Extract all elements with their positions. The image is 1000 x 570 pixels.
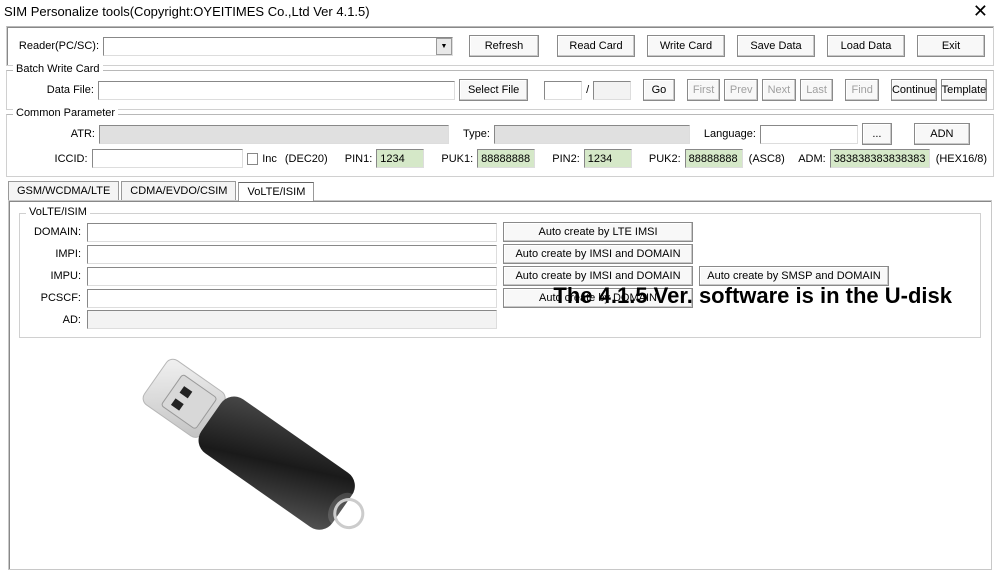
tab-volte[interactable]: VoLTE/ISIM	[238, 182, 314, 201]
pcscf-input[interactable]	[87, 289, 497, 308]
pin2-label: PIN2:	[552, 153, 580, 165]
tab-panel: VoLTE/ISIM DOMAIN: Auto create by LTE IM…	[8, 200, 992, 570]
pin1-input[interactable]	[376, 149, 424, 168]
type-label: Type:	[463, 128, 490, 140]
usb-drive-icon	[110, 344, 400, 564]
impi-label: IMPI:	[26, 248, 81, 260]
tab-gsm[interactable]: GSM/WCDMA/LTE	[8, 181, 119, 200]
batch-from-input[interactable]	[544, 81, 582, 100]
go-button[interactable]: Go	[643, 79, 675, 101]
ad-label: AD:	[26, 314, 81, 326]
puk2-label: PUK2:	[649, 153, 681, 165]
impi-input[interactable]	[87, 245, 497, 264]
exit-button[interactable]: Exit	[917, 35, 985, 57]
asc8-label: (ASC8)	[749, 153, 785, 165]
language-label: Language:	[704, 128, 756, 140]
adn-button[interactable]: ADN	[914, 123, 970, 145]
impu-input[interactable]	[87, 267, 497, 286]
reader-combo[interactable]: ▼	[103, 37, 453, 56]
writecard-button[interactable]: Write Card	[647, 35, 725, 57]
language-dots-button[interactable]: ...	[862, 123, 892, 145]
pin1-label: PIN1:	[345, 153, 373, 165]
puk1-input[interactable]	[477, 149, 535, 168]
datafile-label: Data File:	[13, 84, 94, 96]
auto-imsi-domain-button[interactable]: Auto create by IMSI and DOMAIN	[503, 244, 693, 264]
datafile-input[interactable]	[98, 81, 455, 100]
window-title: SIM Personalize tools(Copyright:OYEITIME…	[4, 4, 370, 19]
readcard-button[interactable]: Read Card	[557, 35, 635, 57]
pin2-input[interactable]	[584, 149, 632, 168]
atr-label: ATR:	[13, 128, 95, 140]
savedata-button[interactable]: Save Data	[737, 35, 815, 57]
inc-checkbox[interactable]	[247, 153, 258, 165]
hex168-label: (HEX16/8)	[936, 153, 987, 165]
pcscf-label: PCSCF:	[26, 292, 81, 304]
chevron-down-icon: ▼	[436, 38, 452, 55]
iccid-input[interactable]	[92, 149, 244, 168]
inc-label: Inc	[262, 153, 277, 165]
slash-label: /	[586, 84, 589, 96]
batch-to-input	[593, 81, 631, 100]
loaddata-button[interactable]: Load Data	[827, 35, 905, 57]
domain-input[interactable]	[87, 223, 497, 242]
puk1-label: PUK1:	[441, 153, 473, 165]
dec20-label: (DEC20)	[285, 153, 328, 165]
prev-button[interactable]: Prev	[724, 79, 758, 101]
common-legend: Common Parameter	[13, 107, 118, 119]
volte-legend: VoLTE/ISIM	[26, 206, 90, 218]
ad-input[interactable]	[87, 310, 497, 329]
auto-lte-button[interactable]: Auto create by LTE IMSI	[503, 222, 693, 242]
atr-input	[99, 125, 449, 144]
next-button[interactable]: Next	[762, 79, 796, 101]
first-button[interactable]: First	[687, 79, 721, 101]
close-icon[interactable]: ✕	[965, 1, 996, 22]
footer-text: The 4.1.5 Ver. software is in the U-disk	[553, 283, 952, 309]
selectfile-button[interactable]: Select File	[459, 79, 528, 101]
adm-label: ADM:	[798, 153, 826, 165]
adm-input[interactable]	[830, 149, 930, 168]
last-button[interactable]: Last	[800, 79, 834, 101]
reader-label: Reader(PC/SC):	[15, 40, 99, 52]
puk2-input[interactable]	[685, 149, 743, 168]
impu-label: IMPU:	[26, 270, 81, 282]
title-bar: SIM Personalize tools(Copyright:OYEITIME…	[0, 0, 1000, 22]
type-input	[494, 125, 690, 144]
template-button[interactable]: Template	[941, 79, 987, 101]
find-button[interactable]: Find	[845, 79, 879, 101]
tab-cdma[interactable]: CDMA/EVDO/CSIM	[121, 181, 236, 200]
language-input[interactable]	[760, 125, 858, 144]
batch-legend: Batch Write Card	[13, 63, 103, 75]
continue-button[interactable]: Continue	[891, 79, 937, 101]
domain-label: DOMAIN:	[26, 226, 81, 238]
refresh-button[interactable]: Refresh	[469, 35, 539, 57]
iccid-label: ICCID:	[13, 153, 88, 165]
